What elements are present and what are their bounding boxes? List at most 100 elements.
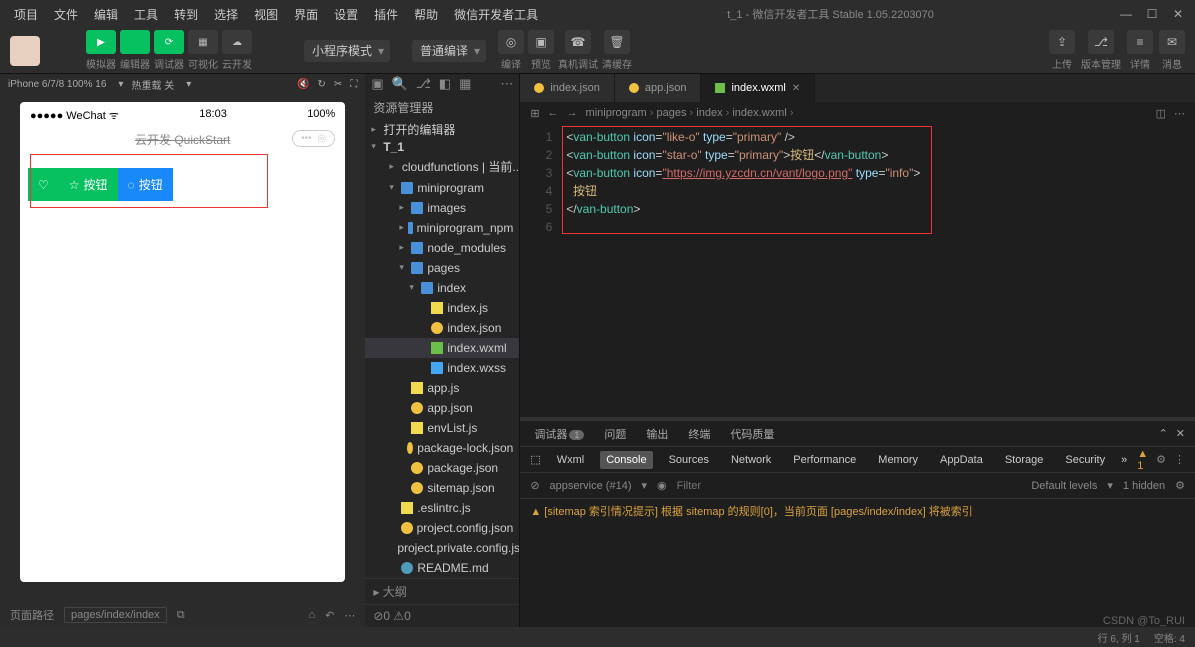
close-icon[interactable]: ✕ (1169, 7, 1187, 21)
forward-icon[interactable]: → (567, 107, 578, 119)
console-tab-终端[interactable]: 终端 (684, 424, 714, 444)
van-button-like[interactable]: ♡ (28, 168, 59, 201)
cut-icon[interactable]: ✂ (334, 79, 342, 90)
tool-可视化[interactable]: ▦ (188, 30, 218, 54)
devtool-tab-Network[interactable]: Network (725, 451, 777, 469)
file-index.wxml[interactable]: index.wxml (365, 338, 519, 358)
outline[interactable]: ▸ 大纲 (365, 578, 519, 604)
indent-setting[interactable]: 空格: 4 (1154, 630, 1185, 645)
context-select[interactable]: appservice (#14) (550, 480, 632, 492)
rtool-详情[interactable]: ≡ (1127, 30, 1153, 54)
more-icon[interactable]: ⋯ (344, 609, 355, 622)
avatar[interactable] (10, 36, 40, 66)
problems-count[interactable]: ⊘0 ⚠0 (365, 604, 519, 627)
tool-模拟器[interactable]: ▶ (86, 30, 116, 54)
devtool-tab-Memory[interactable]: Memory (872, 451, 924, 469)
tool-编辑器[interactable] (120, 30, 150, 54)
file-app.js[interactable]: app.js (365, 378, 519, 398)
file-package-lock.json[interactable]: package-lock.json (365, 438, 519, 458)
console-message[interactable]: [sitemap 索引情况提示] 根据 sitemap 的规则[0]，当前页面 … (530, 503, 1185, 519)
devtool-tab-Security[interactable]: Security (1059, 451, 1111, 469)
file-project.private.config.js...[interactable]: project.private.config.js... (365, 538, 519, 558)
action-清缓存[interactable]: 🗑 (604, 30, 630, 54)
extension-icon[interactable]: ▦ (459, 76, 471, 92)
maximize-icon[interactable]: ☐ (1143, 7, 1161, 21)
menu-帮助[interactable]: 帮助 (408, 2, 444, 27)
menu-微信开发者工具[interactable]: 微信开发者工具 (448, 2, 544, 27)
menu-插件[interactable]: 插件 (368, 2, 404, 27)
home-icon[interactable]: ⌂ (308, 609, 315, 621)
open-editors[interactable]: ▸打开的编辑器 (365, 120, 519, 139)
devtool-tab-Wxml[interactable]: Wxml (551, 451, 591, 469)
tab-index.wxml[interactable]: index.wxml✕ (701, 74, 815, 102)
file-cloudfunctions | 当前...[interactable]: ▸cloudfunctions | 当前... (365, 155, 519, 178)
tree-root[interactable]: ▾T_1 (365, 139, 519, 155)
tool-云开发[interactable]: ☁ (222, 30, 252, 54)
menu-工具[interactable]: 工具 (128, 2, 164, 27)
file-miniprogram_npm[interactable]: ▸miniprogram_npm (365, 218, 519, 238)
gear-icon[interactable]: ⚙ (1156, 453, 1166, 466)
page-path[interactable]: pages/index/index (64, 607, 167, 623)
mode-select[interactable]: 小程序模式 (304, 40, 390, 62)
file-images[interactable]: ▸images (365, 198, 519, 218)
console-tab-输出[interactable]: 输出 (642, 424, 672, 444)
console-tab-代码质量[interactable]: 代码质量 (726, 424, 778, 444)
git-icon[interactable]: ⎇ (416, 76, 431, 92)
menu-设置[interactable]: 设置 (328, 2, 364, 27)
menu-文件[interactable]: 文件 (48, 2, 84, 27)
menu-选择[interactable]: 选择 (208, 2, 244, 27)
file-project.config.json[interactable]: project.config.json (365, 518, 519, 538)
eye-icon[interactable]: ◉ (657, 479, 667, 492)
file-README.md[interactable]: README.md (365, 558, 519, 578)
mute-icon[interactable]: 🔇 (297, 79, 309, 90)
more-icon[interactable]: ⋯ (1174, 107, 1185, 120)
hotreload-label[interactable]: 热重载 关 (131, 77, 174, 92)
cursor-position[interactable]: 行 6, 列 1 (1098, 630, 1140, 645)
breadcrumb[interactable]: ⊞ ← → miniprogram › pages › index › inde… (520, 102, 1195, 124)
devtool-tab-Sources[interactable]: Sources (663, 451, 715, 469)
action-真机调试[interactable]: ☎ (565, 30, 591, 54)
copy-icon[interactable]: ⧉ (177, 609, 185, 622)
menu-视图[interactable]: 视图 (248, 2, 284, 27)
filter-input[interactable] (677, 480, 1022, 492)
menu-转到[interactable]: 转到 (168, 2, 204, 27)
file-index.js[interactable]: index.js (365, 298, 519, 318)
file-index.json[interactable]: index.json (365, 318, 519, 338)
tab-app.json[interactable]: app.json (615, 74, 702, 102)
explorer-icon[interactable]: ▣ (371, 76, 383, 92)
devtool-tab-AppData[interactable]: AppData (934, 451, 989, 469)
action-编译[interactable]: ◎ (498, 30, 524, 54)
levels-select[interactable]: Default levels (1031, 480, 1097, 492)
file-node_modules[interactable]: ▸node_modules (365, 238, 519, 258)
collapse-icon[interactable]: ⌃ (1159, 427, 1168, 440)
devtool-tab-Console[interactable]: Console (600, 451, 652, 469)
more-icon[interactable]: ⋮ (1174, 453, 1185, 466)
rotate-icon[interactable]: ↻ (318, 79, 326, 90)
code-editor[interactable]: <van-button icon="like-o" type="primary"… (560, 124, 1195, 417)
minimize-icon[interactable]: — (1117, 7, 1135, 21)
van-button-info[interactable]: ◌ 按钮 (118, 168, 173, 201)
hidden-count[interactable]: 1 hidden (1123, 480, 1165, 492)
menu-界面[interactable]: 界面 (288, 2, 324, 27)
analyze-icon[interactable]: ◧ (439, 76, 451, 92)
expand-icon[interactable]: ⛶ (350, 79, 357, 90)
capsule[interactable]: •••◎ (292, 130, 335, 147)
menu-项目[interactable]: 项目 (8, 2, 44, 27)
van-button-star[interactable]: ☆ 按钮 (59, 168, 118, 201)
file-sitemap.json[interactable]: sitemap.json (365, 478, 519, 498)
file-package.json[interactable]: package.json (365, 458, 519, 478)
search-icon[interactable]: 🔍 (392, 76, 408, 92)
devtool-tab-Storage[interactable]: Storage (999, 451, 1050, 469)
device-label[interactable]: iPhone 6/7/8 100% 16 (8, 79, 106, 90)
file-envList.js[interactable]: envList.js (365, 418, 519, 438)
clear-icon[interactable]: ⊘ (530, 479, 539, 492)
inspect-icon[interactable]: ⬚ (530, 453, 540, 466)
menu-编辑[interactable]: 编辑 (88, 2, 124, 27)
gear-icon[interactable]: ⚙ (1175, 479, 1185, 492)
file-pages[interactable]: ▾pages (365, 258, 519, 278)
rtool-版本管理[interactable]: ⎇ (1088, 30, 1114, 54)
rtool-消息[interactable]: ✉ (1159, 30, 1185, 54)
compile-select[interactable]: 普通编译 (412, 40, 486, 62)
file-index[interactable]: ▾index (365, 278, 519, 298)
file-index.wxss[interactable]: index.wxss (365, 358, 519, 378)
